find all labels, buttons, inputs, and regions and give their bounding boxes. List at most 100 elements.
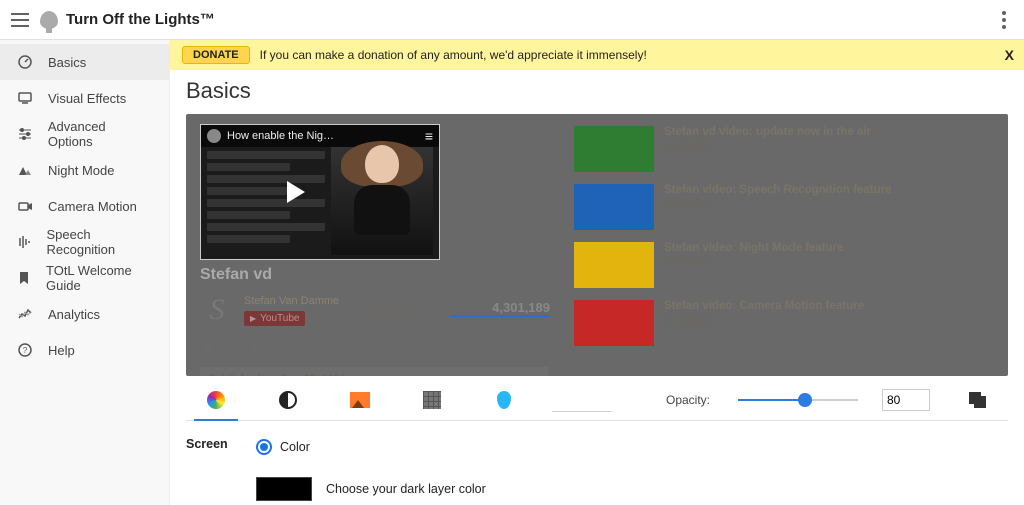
sliders-icon — [16, 125, 34, 143]
page-title: Basics — [170, 70, 1024, 114]
sidebar-item-analytics[interactable]: Analytics — [0, 296, 169, 332]
app-title: Turn Off the Lights™ — [66, 11, 215, 28]
contrast-icon — [279, 391, 297, 409]
sidebar-item-label: Advanced Options — [48, 119, 153, 149]
tab-contrast[interactable] — [264, 380, 312, 420]
related-item[interactable]: Stefan vd video: update now in the air b… — [574, 126, 994, 172]
main-area: DONATE If you can make a donation of any… — [170, 40, 1024, 505]
player-menu-icon: ≡ — [425, 128, 433, 144]
donation-banner: DONATE If you can make a donation of any… — [170, 40, 1024, 70]
related-by: by Stefan — [664, 140, 871, 152]
related-by: by Stefan — [664, 198, 891, 210]
more-icon[interactable] — [992, 8, 1016, 32]
sidebar-item-label: Analytics — [48, 307, 100, 322]
video-title: How enable the Nig… — [227, 130, 419, 142]
related-item[interactable]: Stefan video: Camera Motion feature by S… — [574, 300, 994, 346]
gauge-icon — [16, 53, 34, 71]
sidebar-item-camera-motion[interactable]: Camera Motion — [0, 188, 169, 224]
sidebar-item-label: Visual Effects — [48, 91, 126, 106]
thumbnail — [574, 184, 654, 230]
preview-panel: How enable the Nig… ≡ — [186, 114, 1008, 376]
app-logo-icon — [40, 11, 58, 29]
channel-owner: Stefan Van Damme — [244, 295, 339, 307]
close-icon[interactable]: X — [1005, 47, 1014, 63]
video-player[interactable]: How enable the Nig… ≡ — [200, 124, 440, 260]
section-heading: Screen — [186, 431, 256, 505]
related-title: Stefan video: Speech Recognition feature — [664, 184, 891, 196]
related-item[interactable]: Stefan video: Night Mode feature by Stef… — [574, 242, 994, 288]
color-wheel-icon — [207, 391, 225, 409]
color-hint: Choose your dark layer color — [326, 482, 486, 496]
voice-icon — [16, 233, 32, 251]
pattern-icon — [423, 391, 441, 409]
like-bar — [450, 315, 550, 317]
dislike-count: 0 — [275, 342, 282, 356]
tab-blur[interactable] — [480, 380, 528, 420]
sidebar-item-label: Night Mode — [48, 163, 114, 178]
sidebar-item-label: TOtL Welcome Guide — [46, 263, 153, 293]
bulb-icon — [207, 129, 221, 143]
thumbnail — [574, 300, 654, 346]
svg-text:?: ? — [23, 346, 28, 355]
channel-name: Stefan vd — [200, 266, 550, 284]
screen-section: Screen Color Choose your dark layer colo… — [170, 421, 1024, 505]
tab-image[interactable] — [336, 380, 384, 420]
related-videos: Stefan vd video: update now in the air b… — [574, 124, 994, 368]
view-count: 4,301,189 — [450, 300, 550, 315]
drop-icon — [497, 391, 511, 409]
layer-tabs: Opacity: — [186, 380, 1008, 421]
help-icon: ? — [16, 341, 34, 359]
like-count: 4k — [226, 342, 239, 356]
avatar: S — [200, 290, 234, 330]
thumb-down-icon[interactable] — [249, 340, 265, 357]
thumbnail — [574, 242, 654, 288]
related-by: by Stefan — [664, 256, 844, 268]
chart-icon — [16, 305, 34, 323]
published-box: Published on Sep 22, 2011 The new introd… — [200, 367, 548, 376]
mountain-icon — [16, 161, 34, 179]
youtube-badge[interactable]: YouTube — [244, 311, 305, 326]
published-date: Published on Sep 22, 2011 — [208, 373, 540, 376]
opacity-label: Opacity: — [666, 393, 710, 407]
sidebar-item-basics[interactable]: Basics — [0, 44, 169, 80]
sidebar: Basics Visual Effects Advanced Options N… — [0, 40, 170, 505]
sidebar-item-advanced-options[interactable]: Advanced Options — [0, 116, 169, 152]
tab-multi[interactable] — [954, 380, 1002, 420]
related-item[interactable]: Stefan video: Speech Recognition feature… — [574, 184, 994, 230]
sidebar-item-label: Camera Motion — [48, 199, 137, 214]
bookmark-icon — [16, 269, 32, 287]
share-button[interactable]: Share — [518, 342, 550, 356]
layers-icon — [969, 392, 987, 408]
sidebar-item-welcome-guide[interactable]: TOtL Welcome Guide — [0, 260, 169, 296]
camera-icon — [16, 197, 34, 215]
related-title: Stefan video: Night Mode feature — [664, 242, 844, 254]
tab-color[interactable] — [192, 380, 240, 420]
opacity-input[interactable] — [882, 389, 930, 411]
tab-pattern[interactable] — [408, 380, 456, 420]
donate-button[interactable]: DONATE — [182, 46, 250, 64]
menu-icon[interactable] — [8, 8, 32, 32]
add-to-button[interactable]: Add to — [473, 342, 508, 356]
sidebar-item-label: Speech Recognition — [46, 227, 153, 257]
opacity-slider[interactable] — [738, 390, 858, 410]
sidebar-item-speech-recognition[interactable]: Speech Recognition — [0, 224, 169, 260]
sidebar-item-label: Help — [48, 343, 75, 358]
related-title: Stefan vd video: update now in the air — [664, 126, 871, 138]
app-bar: Turn Off the Lights™ — [0, 0, 1024, 40]
radio-color[interactable] — [256, 439, 272, 455]
screen-icon — [16, 89, 34, 107]
sidebar-item-help[interactable]: ? Help — [0, 332, 169, 368]
sidebar-item-night-mode[interactable]: Night Mode — [0, 152, 169, 188]
option-label-color: Color — [280, 440, 310, 454]
sidebar-item-label: Basics — [48, 55, 86, 70]
color-picker[interactable] — [256, 477, 312, 501]
image-icon — [350, 392, 370, 408]
play-icon[interactable] — [287, 181, 305, 203]
related-title: Stefan video: Camera Motion feature — [664, 300, 864, 312]
sidebar-item-visual-effects[interactable]: Visual Effects — [0, 80, 169, 116]
related-by: by Stefan — [664, 314, 864, 326]
thumb-up-icon[interactable] — [200, 340, 216, 357]
thumbnail — [574, 126, 654, 172]
donation-text: If you can make a donation of any amount… — [260, 48, 647, 62]
video-count: 55 videos — [367, 305, 410, 316]
